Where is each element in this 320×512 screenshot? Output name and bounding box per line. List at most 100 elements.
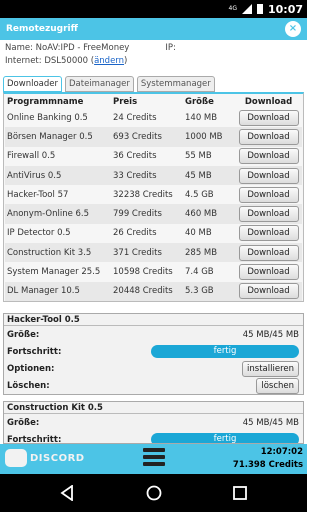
header-program: Programmname [7, 97, 84, 107]
program-price: 20448 Credits [113, 281, 185, 301]
program-name: Construction Kit 3.5 [5, 243, 113, 263]
download-title: Hacker-Tool 0.5 [4, 314, 303, 326]
progress-label: Fortschritt: [7, 434, 62, 444]
program-name: Anonym-Online 6.5 [5, 204, 113, 224]
program-name: IP Detector 0.5 [7, 228, 71, 239]
game-status: 12:07:02 71.398 Credits [233, 446, 303, 472]
change-internet-link[interactable]: ändern [94, 55, 124, 68]
program-price: 33 Credits [113, 165, 185, 186]
discord-button[interactable]: DISCORD [5, 449, 85, 467]
download-button[interactable]: Download [238, 206, 299, 223]
game-time: 12:07:02 [260, 447, 303, 457]
program-name: Firewall 0.5 [7, 151, 56, 162]
window-title-bar: Remotezugriff × [0, 18, 307, 40]
bottom-bar: DISCORD 12:07:02 71.398 Credits [0, 444, 307, 474]
close-icon[interactable]: × [285, 21, 301, 37]
network-type: 4G [228, 5, 237, 12]
download-button[interactable]: Download [238, 148, 299, 165]
menu-icon[interactable] [143, 448, 165, 470]
program-size: 285 MB [185, 243, 235, 263]
battery-icon [256, 4, 263, 14]
download-button[interactable]: Download [238, 244, 299, 261]
program-price: 24 Credits [113, 112, 157, 123]
program-name: Online Banking 0.5 [7, 112, 88, 123]
progress-label: Fortschritt: [7, 346, 62, 357]
system-nav-bar [0, 474, 307, 512]
download-delete-row: Löschen: löschen [4, 377, 303, 394]
program-price: 371 Credits [113, 243, 185, 263]
progress-bar: fertig [151, 345, 299, 358]
back-icon[interactable] [60, 485, 76, 501]
signal-icon [241, 4, 252, 14]
program-price: 26 Credits [113, 228, 157, 239]
program-size: 55 MB [185, 151, 212, 162]
download-button[interactable]: Download [238, 186, 299, 203]
table-row: Firewall 0.5 36 Credits 55 MB Download [5, 147, 302, 166]
download-title: Construction Kit 0.5 [4, 402, 303, 414]
options-label: Optionen: [7, 363, 55, 374]
program-size: 1000 MB [185, 127, 235, 147]
size-label: Größe: [7, 417, 40, 428]
program-price: 32238 Credits [113, 189, 173, 200]
delete-button[interactable]: löschen [256, 377, 299, 394]
download-button[interactable]: Download [238, 283, 299, 300]
program-name: Hacker-Tool 57 [7, 189, 69, 200]
download-button[interactable]: Download [238, 128, 299, 145]
download-button[interactable]: Download [238, 167, 299, 184]
header-download: Download [244, 97, 293, 107]
program-name: AntiVirus 0.5 [5, 165, 113, 186]
table-row: IP Detector 0.5 26 Credits 40 MB Downloa… [5, 224, 302, 243]
internet-label: Internet: [5, 56, 42, 66]
downloader-table-panel: Programmname Preis Größe Download Online… [3, 92, 304, 302]
download-size-row: Größe: 45 MB/45 MB [4, 326, 303, 343]
program-table: Programmname Preis Größe Download Online… [5, 96, 302, 301]
program-size: 460 MB [185, 204, 235, 224]
name-label: Name: [5, 43, 33, 53]
program-price: 799 Credits [113, 204, 185, 224]
install-button[interactable]: installieren [242, 360, 299, 377]
table-row: DL Manager 10.5 20448 Credits 5.3 GB Dow… [5, 281, 302, 301]
download-panel: Hacker-Tool 0.5 Größe: 45 MB/45 MB Forts… [3, 313, 304, 395]
ip-label: IP: [165, 43, 176, 53]
table-row: System Manager 25.5 10598 Credits 7.4 GB… [5, 262, 302, 281]
discord-icon [5, 449, 27, 467]
program-price: 10598 Credits [113, 267, 173, 278]
program-size: 140 MB [185, 112, 218, 123]
program-name: Börsen Manager 0.5 [5, 127, 113, 147]
tab-downloader[interactable]: Downloader [3, 76, 62, 92]
download-options-row: Optionen: installieren [4, 360, 303, 377]
tab-systemmanager[interactable]: Systemmanager [136, 76, 215, 92]
table-row: Online Banking 0.5 24 Credits 140 MB Dow… [5, 108, 302, 127]
tab-bar: Downloader Dateimanager Systemmanager [3, 76, 215, 92]
program-name: DL Manager 10.5 [5, 281, 113, 301]
download-size-row: Größe: 45 MB/45 MB [4, 414, 303, 431]
program-size: 4.5 GB [185, 189, 214, 200]
home-icon[interactable] [146, 485, 162, 501]
recents-icon[interactable] [232, 485, 248, 501]
status-time: 10:07 [267, 2, 303, 16]
host-name: NoAV:IPD - FreeMoney [35, 43, 130, 53]
download-button[interactable]: Download [238, 264, 299, 281]
download-progress-row: Fortschritt: fertig [4, 431, 303, 444]
table-row: Hacker-Tool 57 32238 Credits 4.5 GB Down… [5, 185, 302, 204]
size-value: 45 MB/45 MB [242, 417, 299, 428]
download-button[interactable]: Download [238, 109, 299, 126]
table-header-row: Programmname Preis Größe Download [5, 96, 302, 108]
program-size: 5.3 GB [185, 281, 235, 301]
delete-label: Löschen: [7, 380, 50, 391]
download-progress-row: Fortschritt: fertig [4, 343, 303, 360]
host-info: Name: NoAV:IPD - FreeMoney IP: Internet:… [5, 43, 176, 68]
program-size: 40 MB [185, 228, 212, 239]
program-price: 693 Credits [113, 127, 185, 147]
table-row: Construction Kit 3.5 371 Credits 285 MB … [5, 243, 302, 263]
size-label: Größe: [7, 329, 40, 340]
discord-label: DISCORD [30, 452, 85, 464]
progress-bar: fertig [151, 433, 299, 443]
download-button[interactable]: Download [238, 225, 299, 242]
program-price: 36 Credits [113, 151, 157, 162]
status-bar: 4G 10:07 [0, 0, 307, 18]
program-name: System Manager 25.5 [7, 267, 101, 278]
tab-dateimanager[interactable]: Dateimanager [64, 76, 134, 92]
header-price: Preis [113, 97, 138, 107]
size-value: 45 MB/45 MB [242, 329, 299, 340]
